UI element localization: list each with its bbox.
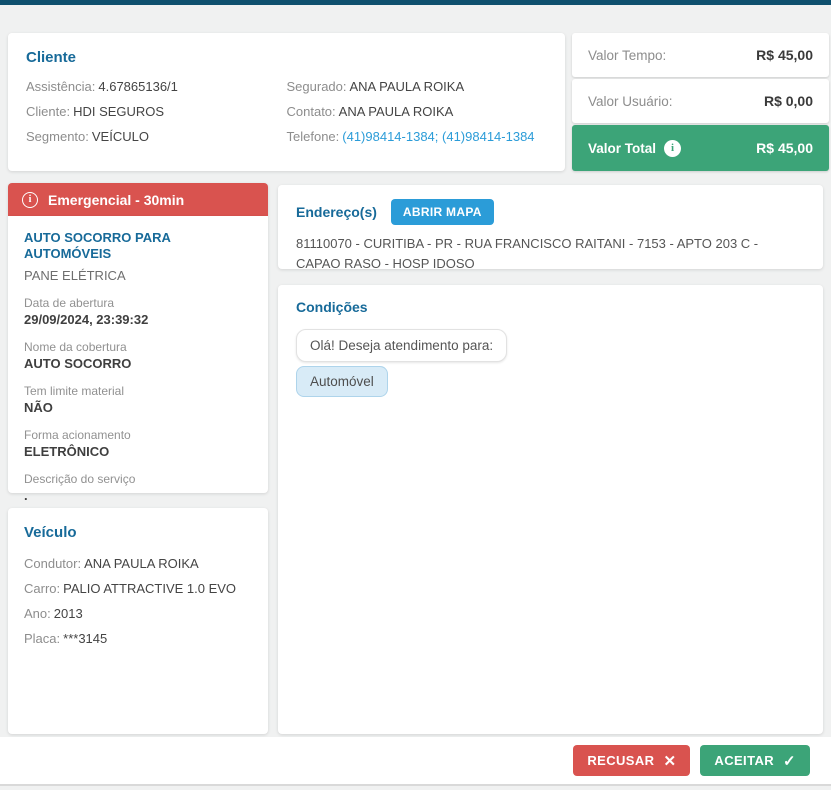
telefone-field: Telefone:(41)98414-1384; (41)98414-1384 [287,124,548,149]
vehicle-title: Veículo [24,524,252,541]
aceitar-button[interactable]: ACEITAR ✓ [700,745,810,776]
recusar-label: RECUSAR [587,753,654,768]
valor-tempo-row: Valor Tempo: R$ 45,00 [572,33,829,77]
telefone-link[interactable]: (41)98414-1384; (41)98414-1384 [342,129,534,144]
service-title: AUTO SOCORRO PARA AUTOMÓVEIS [24,230,252,263]
service-subtitle: PANE ELÉTRICA [24,268,252,283]
cliente-card: Cliente Assistência:4.67865136/1 Cliente… [8,33,565,171]
service-card: AUTO SOCORRO PARA AUTOMÓVEIS PANE ELÉTRI… [8,216,268,493]
service-field: Tem limite material NÃO [24,384,252,415]
aceitar-label: ACEITAR [714,753,774,768]
footer-action-bar: RECUSAR ✕ ACEITAR ✓ [0,737,831,786]
ano-field: Ano:2013 [24,601,252,626]
emergency-banner-label: Emergencial - 30min [48,192,184,208]
valor-total-row: Valor Total i R$ 45,00 [572,125,829,171]
contato-field: Contato:ANA PAULA ROIKA [287,99,548,124]
valor-total-value: R$ 45,00 [756,140,813,156]
automovel-chip[interactable]: Automóvel [296,366,388,397]
service-field: Nome da cobertura AUTO SOCORRO [24,340,252,371]
placa-field: Placa:***3145 [24,626,252,651]
service-field: Data de abertura 29/09/2024, 23:39:32 [24,296,252,327]
recusar-button[interactable]: RECUSAR ✕ [573,745,690,776]
segurado-field: Segurado:ANA PAULA ROIKA [287,74,548,99]
address-title: Endereço(s) [296,204,377,220]
address-card: Endereço(s) ABRIR MAPA 81110070 - CURITI… [278,185,823,269]
chat-message-bubble: Olá! Deseja atendimento para: [296,329,507,362]
emergency-banner: i Emergencial - 30min [8,183,268,216]
conditions-card: Condições Olá! Deseja atendimento para: … [278,285,823,734]
valor-total-label: Valor Total [588,141,656,156]
valor-usuario-row: Valor Usuário: R$ 0,00 [572,79,829,123]
info-icon: i [22,192,38,208]
open-map-button[interactable]: ABRIR MAPA [391,199,494,225]
info-icon[interactable]: i [664,140,681,157]
service-field: Forma acionamento ELETRÔNICO [24,428,252,459]
close-icon: ✕ [663,752,676,770]
assistencia-field: Assistência:4.67865136/1 [26,74,287,99]
segmento-field: Segmento:VEÍCULO [26,124,287,149]
condutor-field: Condutor:ANA PAULA ROIKA [24,551,252,576]
carro-field: Carro:PALIO ATTRACTIVE 1.0 EVO [24,576,252,601]
check-icon: ✓ [783,752,796,770]
values-panel: Valor Tempo: R$ 45,00 Valor Usuário: R$ … [572,33,829,173]
vehicle-card: Veículo Condutor:ANA PAULA ROIKA Carro:P… [8,508,268,734]
service-field: Descrição do serviço . [24,472,252,503]
top-accent-bar [0,0,831,5]
cliente-title: Cliente [26,49,547,66]
conditions-title: Condições [296,299,805,315]
cliente-field: Cliente:HDI SEGUROS [26,99,287,124]
address-text: 81110070 - CURITIBA - PR - RUA FRANCISCO… [296,234,805,273]
